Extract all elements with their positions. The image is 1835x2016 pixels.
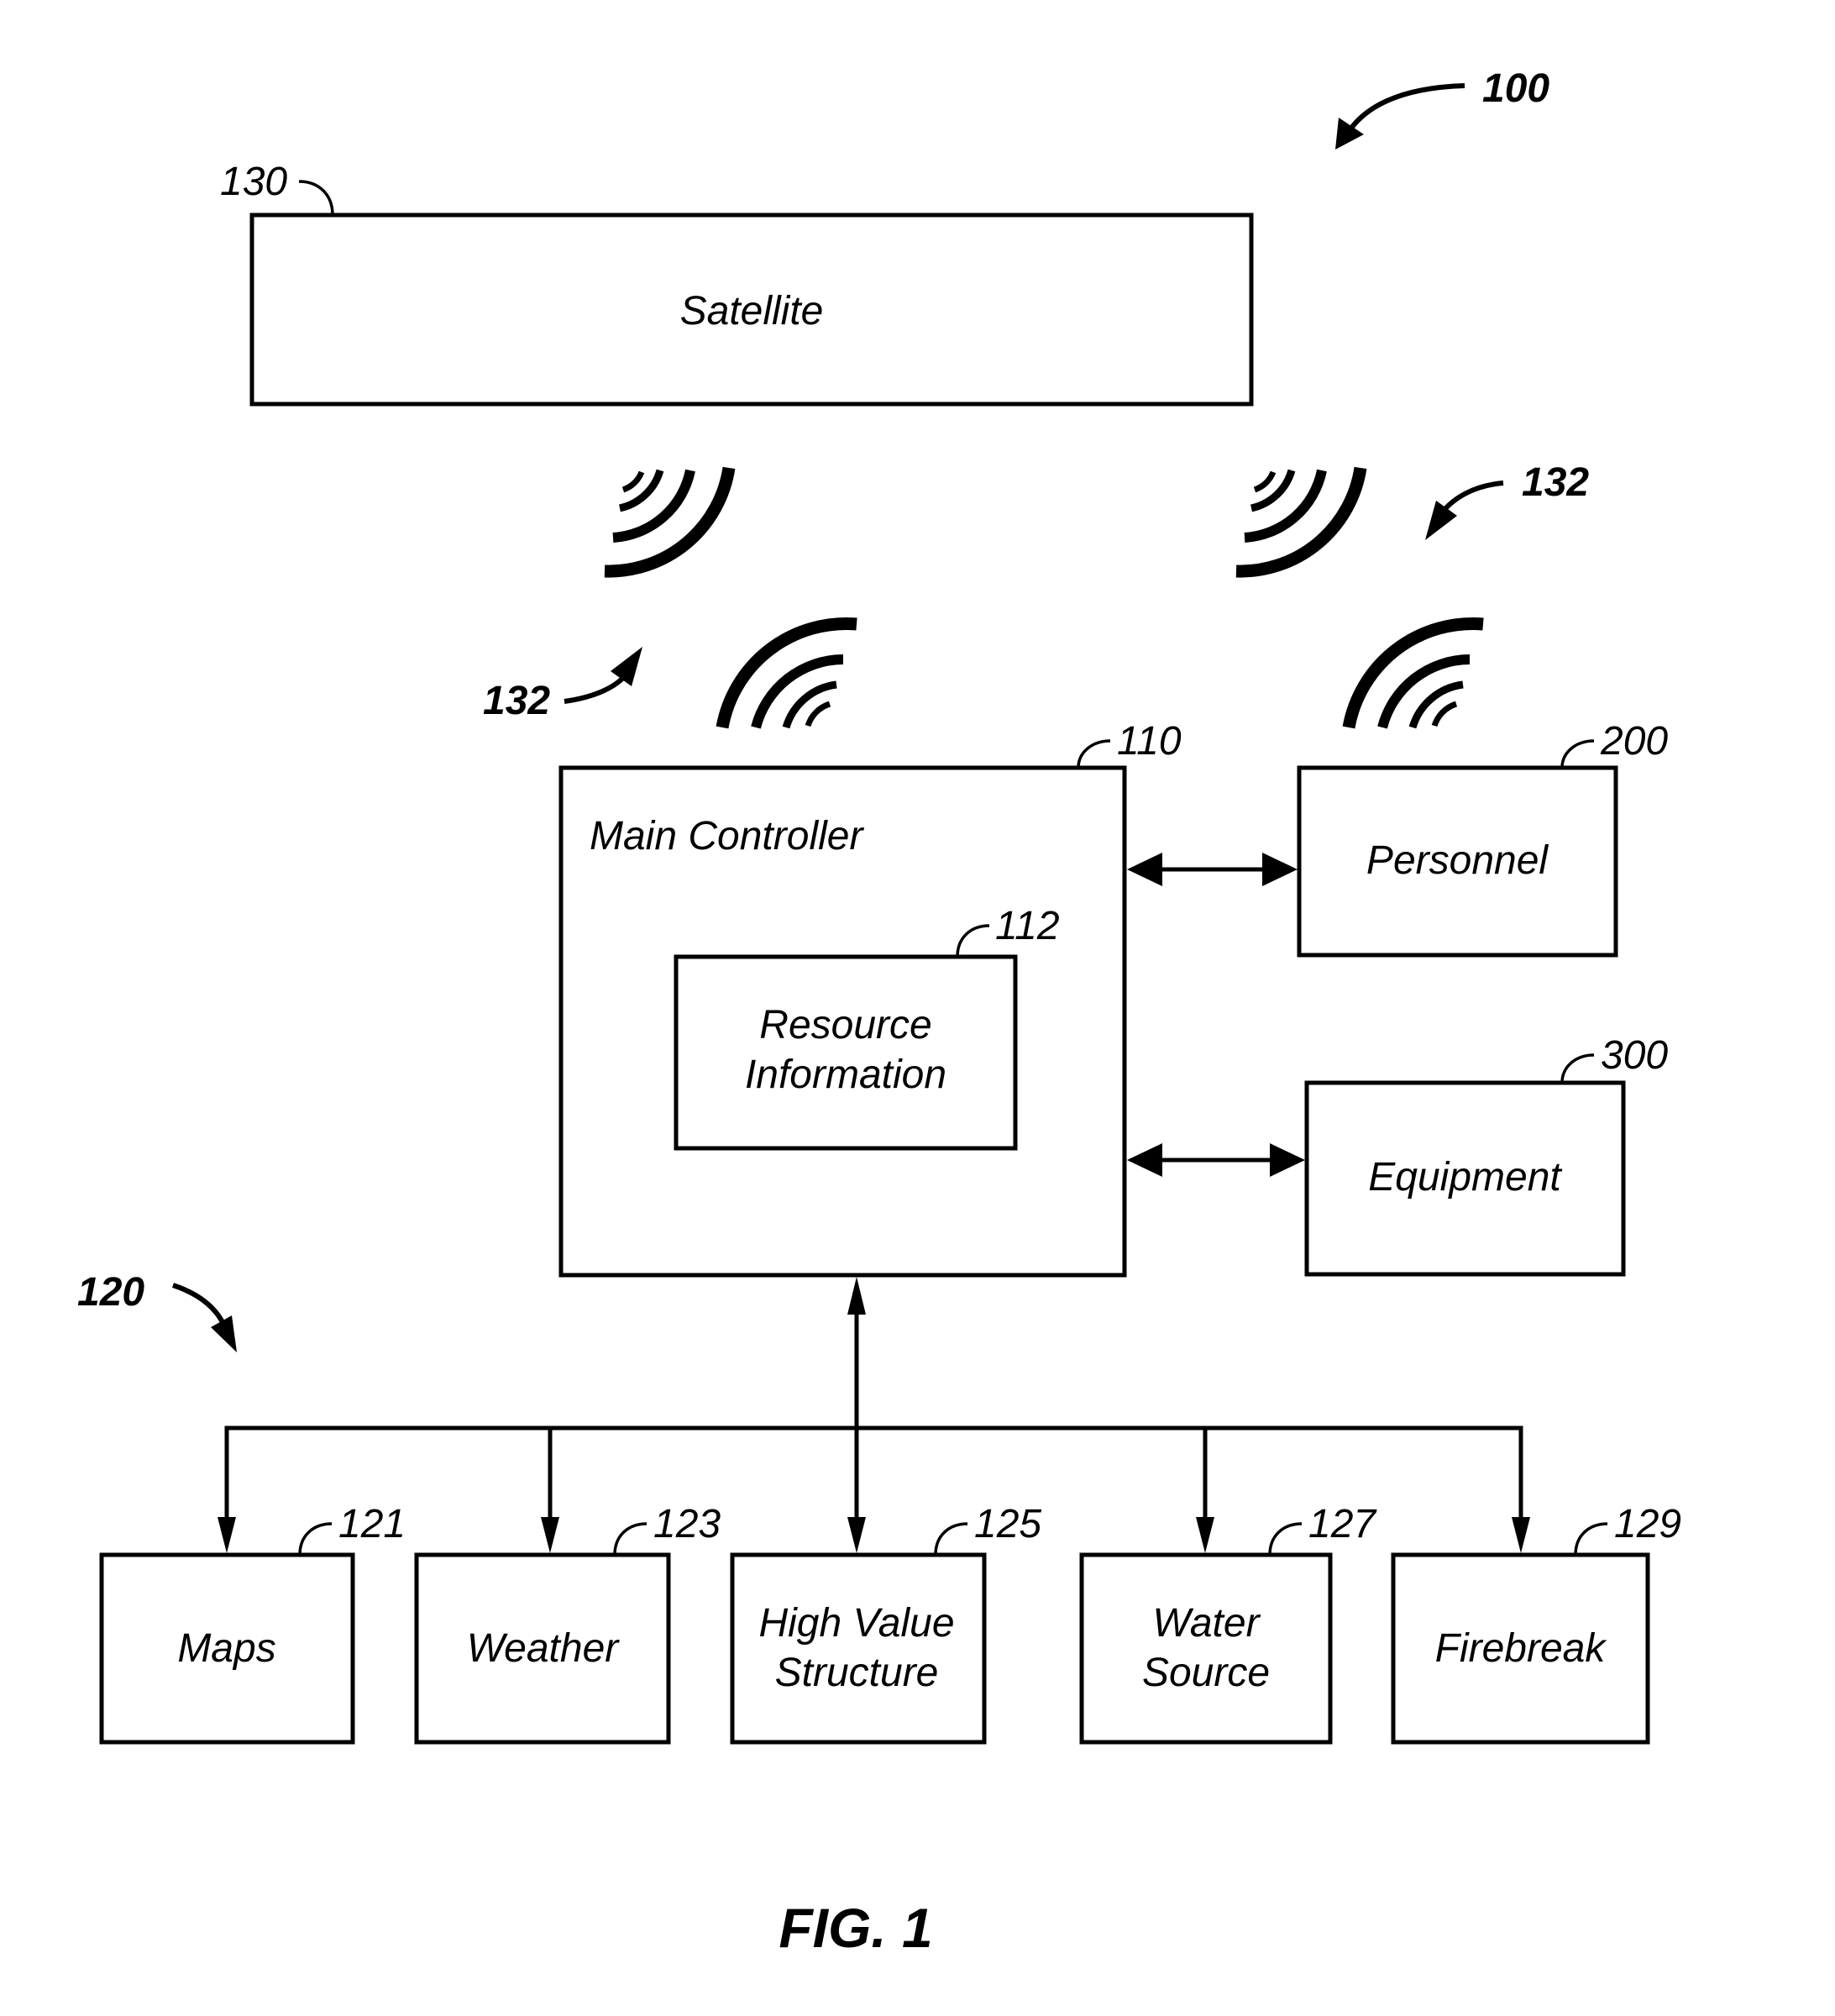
main-controller-block: Main Controller 110 Resource Information…: [558, 719, 1182, 1278]
arrowhead-to-controller: [1127, 853, 1162, 886]
data-source-firebreak: Firebreak 129: [1391, 1502, 1681, 1745]
resource-information-ref: 112: [995, 904, 1060, 948]
arrowhead-to-controller: [1127, 1143, 1162, 1177]
resource-information-label-line1: Resource: [759, 1003, 931, 1047]
signal-waves-icon: [1235, 466, 1367, 578]
equipment-ref: 300: [1601, 1033, 1668, 1078]
maps-label: Maps: [177, 1626, 275, 1671]
data-source-maps: Maps 121: [99, 1502, 406, 1745]
water-source-box: [1079, 1552, 1333, 1745]
personnel-block: Personnel 200: [1297, 719, 1668, 958]
arrowhead-to-firebreak: [1512, 1517, 1530, 1553]
arrowhead-to-personnel: [1262, 853, 1298, 886]
wireless-ref-left: 132: [483, 647, 642, 723]
wireless-ref-label-right: 132: [1522, 460, 1589, 505]
controller-equipment-link: [1127, 1143, 1305, 1177]
satellite-block: Satellite 130: [220, 160, 1254, 407]
resource-information-label-line2: Information: [745, 1053, 946, 1097]
wireless-ref-label-left: 132: [483, 679, 550, 723]
high-value-structure-box: [730, 1552, 987, 1745]
arrowhead-to-controller: [847, 1277, 866, 1315]
data-sources-ref-label: 120: [77, 1270, 144, 1315]
controller-personnel-link: [1127, 853, 1298, 886]
weather-ref: 123: [653, 1502, 721, 1546]
high-value-structure-ref: 125: [974, 1502, 1041, 1546]
firebreak-ref: 129: [1614, 1502, 1681, 1546]
arrowhead-to-high-value-structure: [847, 1517, 866, 1553]
data-sources-ref-arrow: [172, 1283, 226, 1326]
figure-caption: FIG. 1: [779, 1897, 932, 1959]
equipment-label: Equipment: [1368, 1155, 1562, 1200]
data-source-water-source: Water Source 127: [1079, 1502, 1377, 1745]
water-source-ref-leader: [1268, 1522, 1303, 1556]
high-value-structure-label-line2: Structure: [775, 1651, 939, 1695]
wireless-signal-personnel: [1342, 617, 1484, 729]
high-value-structure-label-line1: High Value: [758, 1601, 954, 1646]
arrowhead-to-water-source: [1196, 1517, 1214, 1553]
equipment-block: Equipment 300: [1304, 1033, 1668, 1277]
weather-label: Weather: [467, 1626, 621, 1671]
arrowhead-to-weather: [541, 1517, 559, 1553]
main-controller-label: Main Controller: [590, 814, 864, 858]
wireless-signal-satellite-left: [604, 466, 736, 578]
arrowhead-to-equipment: [1270, 1143, 1305, 1177]
maps-ref: 121: [338, 1502, 406, 1546]
water-source-ref: 127: [1308, 1502, 1377, 1546]
main-controller-ref-leader: [1077, 739, 1111, 769]
weather-ref-leader: [613, 1522, 647, 1556]
data-source-high-value-structure: High Value Structure 125: [730, 1502, 1041, 1745]
maps-ref-leader: [298, 1522, 333, 1556]
wireless-signal-controller: [716, 617, 857, 729]
satellite-ref: 130: [220, 160, 287, 204]
satellite-label: Satellite: [680, 289, 824, 333]
firebreak-label: Firebreak: [1435, 1626, 1608, 1671]
system-ref-arrowhead: [1335, 118, 1364, 150]
wireless-ref-arrowhead-left: [611, 647, 642, 686]
wireless-signal-satellite-right: [1235, 466, 1367, 578]
main-controller-ref: 110: [1117, 719, 1182, 764]
patent-figure-diagram: 100 Satellite 130 132 132 Main Controlle…: [77, 66, 1681, 1959]
system-ref-arrow: [1345, 83, 1465, 134]
data-source-weather: Weather 123: [414, 1502, 721, 1745]
signal-waves-icon: [716, 617, 857, 729]
wireless-ref-right: 132: [1425, 460, 1589, 540]
system-reference: 100: [1335, 66, 1549, 150]
data-sources-ref-arrowhead: [211, 1315, 237, 1352]
high-value-structure-ref-leader: [934, 1522, 968, 1556]
satellite-ref-leader: [298, 180, 334, 216]
firebreak-ref-leader: [1574, 1522, 1608, 1556]
personnel-label: Personnel: [1366, 838, 1549, 883]
water-source-label-line1: Water: [1152, 1601, 1261, 1646]
data-sources-reference: 120: [77, 1270, 237, 1352]
personnel-ref-leader: [1560, 739, 1595, 769]
wireless-ref-arrowhead-right: [1425, 501, 1457, 540]
equipment-ref-leader: [1560, 1053, 1595, 1084]
signal-waves-icon: [1342, 617, 1484, 729]
system-ref-label: 100: [1482, 66, 1549, 111]
water-source-label-line2: Source: [1142, 1651, 1270, 1695]
arrowhead-to-maps: [218, 1517, 236, 1553]
signal-waves-icon: [604, 466, 736, 578]
personnel-ref: 200: [1600, 719, 1668, 764]
